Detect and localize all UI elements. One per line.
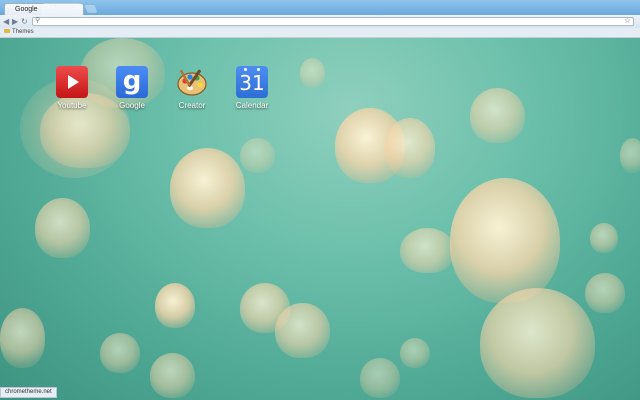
tab-chrome[interactable]: Chrome bbox=[42, 3, 82, 15]
jellyfish bbox=[385, 118, 435, 178]
back-button[interactable]: ◀ bbox=[3, 17, 9, 26]
jellyfish bbox=[35, 198, 90, 258]
jellyfish bbox=[585, 273, 625, 313]
jellyfish bbox=[400, 228, 455, 273]
app-label: Calendar bbox=[235, 101, 269, 110]
jellyfish bbox=[0, 308, 45, 368]
back-arrow-icon: ◀ bbox=[3, 17, 10, 26]
calendar-icon: 31 bbox=[236, 66, 268, 98]
folder-icon bbox=[4, 29, 10, 34]
google-icon: g bbox=[116, 66, 148, 98]
search-icon: ⚲ bbox=[35, 17, 41, 24]
jellyfish bbox=[150, 353, 195, 398]
app-label: Creator bbox=[178, 101, 206, 110]
new-tab-page: Youtube g Creator Google Creator bbox=[0, 38, 640, 400]
jellyfish bbox=[400, 338, 430, 368]
jellyfish bbox=[590, 223, 618, 253]
app-label: Google bbox=[119, 101, 145, 110]
calendar-ring bbox=[257, 68, 260, 71]
app-label: Youtube bbox=[57, 101, 87, 110]
jellyfish bbox=[300, 58, 325, 88]
tab-label: Chrome bbox=[50, 5, 75, 12]
bookmark-themes[interactable]: Themes bbox=[4, 28, 34, 37]
app-youtube[interactable]: Youtube bbox=[42, 66, 102, 110]
jellyfish bbox=[100, 333, 140, 373]
jellyfish bbox=[470, 88, 525, 143]
tab-strip: Google Chrome bbox=[0, 0, 640, 15]
paint-palette-icon bbox=[176, 66, 208, 98]
jellyfish bbox=[275, 303, 330, 358]
bookmark-star-icon[interactable]: ☆ bbox=[624, 16, 631, 25]
tab-label: Google bbox=[15, 6, 38, 13]
jellyfish bbox=[240, 138, 275, 173]
jellyfish bbox=[450, 178, 560, 303]
reload-button[interactable]: ↻ bbox=[21, 17, 28, 26]
jellyfish bbox=[620, 138, 640, 173]
calendar-date: 31 bbox=[239, 71, 265, 95]
app-calendar[interactable]: 31 Calendar bbox=[222, 66, 282, 110]
forward-arrow-icon: ▶ bbox=[12, 17, 19, 26]
calendar-ring bbox=[244, 68, 247, 71]
jellyfish bbox=[360, 358, 400, 398]
jellyfish bbox=[155, 283, 195, 328]
forward-button[interactable]: ▶ bbox=[12, 17, 18, 26]
reload-icon: ↻ bbox=[21, 17, 28, 26]
status-url: chrometheme.net bbox=[5, 389, 52, 395]
jellyfish bbox=[170, 148, 245, 228]
new-tab-button[interactable] bbox=[84, 5, 98, 13]
app-google[interactable]: g Creator Google bbox=[102, 66, 162, 110]
toolbar: ◀ ▶ ↻ ⚲ ☆ bbox=[0, 15, 640, 29]
jellyfish bbox=[480, 288, 595, 398]
omnibox[interactable]: ⚲ ☆ bbox=[32, 16, 634, 26]
status-bubble: chrometheme.net bbox=[0, 387, 57, 398]
youtube-icon bbox=[56, 66, 88, 98]
bookmarks-bar: Themes bbox=[0, 28, 640, 38]
app-creator[interactable]: Creator bbox=[162, 66, 222, 110]
bookmark-label: Themes bbox=[12, 29, 34, 35]
